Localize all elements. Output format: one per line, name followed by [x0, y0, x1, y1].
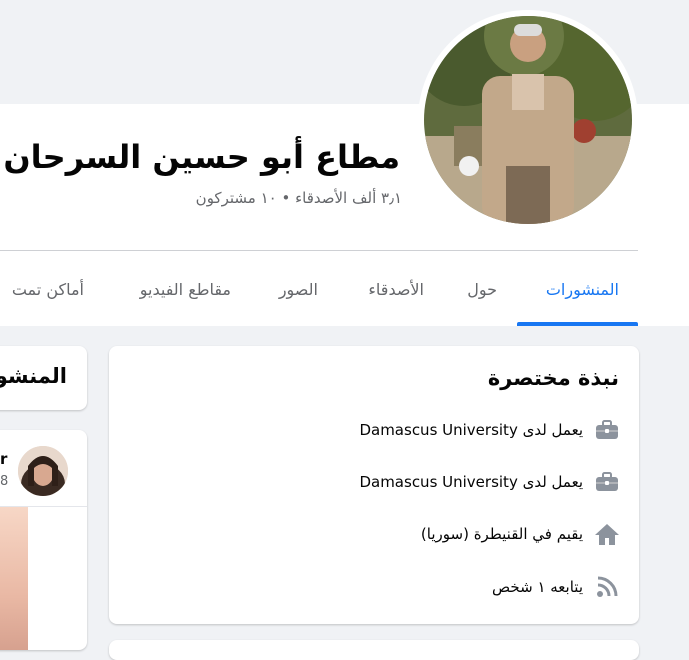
tab-about[interactable]: حول [467, 280, 497, 299]
post-card: r 8 [0, 430, 87, 650]
tab-checkins[interactable]: أماكن تمت [12, 280, 84, 299]
profile-picture[interactable] [424, 16, 632, 224]
intro-item-text: يقيم في القنيطرة (سوريا) [420, 525, 583, 543]
profile-photo-image [424, 16, 632, 224]
posts-header-card: المنشو [0, 346, 87, 410]
tab-videos[interactable]: مقاطع الفيديو [140, 280, 231, 299]
intro-title: نبذة مختصرة [487, 366, 619, 390]
post-author-avatar[interactable] [18, 446, 68, 496]
tab-posts[interactable]: المنشورات [546, 280, 619, 299]
intro-item-location: يقيم في القنيطرة (سوريا) [421, 520, 621, 548]
briefcase-icon [593, 468, 621, 496]
tab-friends[interactable]: الأصدقاء [368, 280, 424, 299]
post-author-name[interactable]: r [0, 450, 7, 468]
profile-name: مطاع أبو حسين السرحان [3, 138, 400, 176]
intro-item-work: يعمل لدى Damascus University [359, 468, 621, 496]
friends-followers-count[interactable]: ٣٫١ ألف الأصدقاء • ١٠ مشتركون [196, 189, 402, 207]
intro-item-text: يعمل لدى Damascus University [359, 473, 583, 491]
briefcase-icon [593, 416, 621, 444]
active-tab-indicator [517, 322, 638, 326]
intro-item-followers[interactable]: يتابعه ١ شخص [492, 573, 621, 601]
posts-card-title: المنشو [0, 364, 67, 388]
rss-icon [593, 573, 621, 601]
intro-item-work: يعمل لدى Damascus University [359, 416, 621, 444]
header-divider [0, 250, 638, 251]
intro-card: نبذة مختصرة يعمل لدى Damascus University… [109, 346, 639, 624]
intro-item-text: يتابعه ١ شخص [492, 578, 583, 596]
home-icon [593, 520, 621, 548]
tab-photos[interactable]: الصور [279, 280, 318, 299]
post-image[interactable] [0, 507, 28, 650]
intro-item-text: يعمل لدى Damascus University [359, 421, 583, 439]
next-card [109, 640, 639, 660]
post-timestamp[interactable]: 8 [0, 474, 8, 489]
